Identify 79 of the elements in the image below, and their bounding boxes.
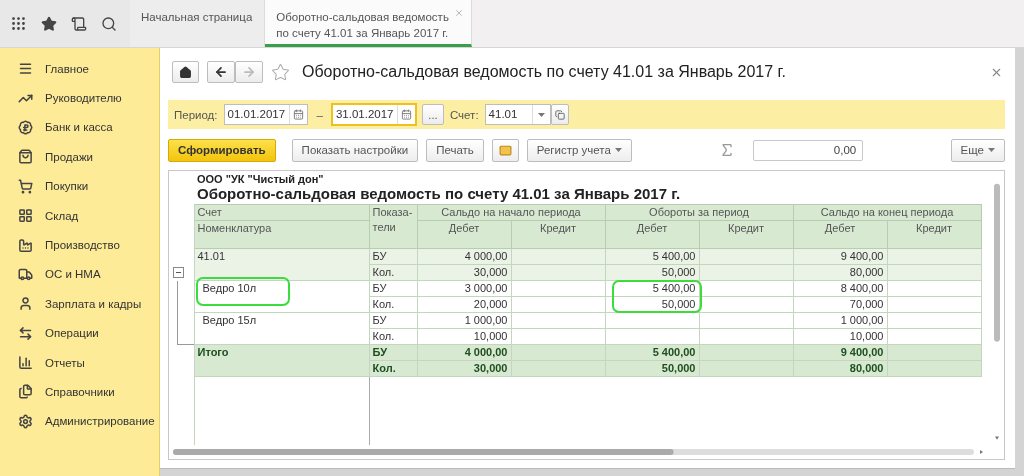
calendar-icon[interactable]	[400, 109, 412, 120]
account-name: Ведро 15л	[202, 314, 257, 326]
sidebar-item[interactable]: Покупки	[0, 171, 159, 201]
home-icon	[179, 65, 192, 79]
column-header: Кредит	[699, 220, 793, 249]
date-field[interactable]: 31.01.2017	[331, 104, 416, 125]
column-header: Счет	[194, 204, 369, 221]
ruble-icon	[18, 119, 33, 135]
search-icon[interactable]	[101, 15, 117, 32]
column-header: Сальдо на конец периода	[793, 204, 982, 221]
column-header: Кредит	[511, 220, 605, 249]
sidebar-item[interactable]: ОС и НМА	[0, 259, 159, 290]
date-field[interactable]: 01.01.2017	[223, 104, 308, 125]
sidebar-item[interactable]: Отчеты	[0, 347, 159, 378]
report-title: Оборотно-сальдовая ведомость по счету 41.01 за Январь 2017 г.	[197, 185, 681, 202]
scroll-icon[interactable]	[71, 15, 87, 32]
calendar-icon[interactable]	[292, 109, 304, 120]
sidebar-item[interactable]: Склад	[0, 200, 159, 231]
account-label: Счет:	[449, 108, 479, 121]
truck-icon	[18, 266, 33, 282]
tab[interactable]: Начальная страница	[130, 0, 266, 47]
mail-icon	[498, 143, 512, 157]
sidebar-item[interactable]: Зарплата и кадры	[0, 289, 159, 319]
bar-chart-icon	[18, 355, 33, 371]
period-label: Период:	[174, 108, 218, 121]
sidebar-item[interactable]: Администрирование	[0, 406, 159, 437]
apps-icon[interactable]	[10, 15, 27, 32]
column-header: Дебет	[605, 220, 699, 249]
account-name: Итого	[197, 346, 229, 358]
sidebar-item[interactable]: Банк и касса	[0, 112, 159, 143]
caret-icon	[988, 148, 995, 152]
column-header: Показа- тели	[369, 204, 417, 249]
sidebar-item[interactable]: Производство	[0, 230, 159, 260]
column-header: Обороты за период	[605, 204, 793, 221]
grid-icon	[18, 208, 33, 224]
column-header: Дебет	[793, 220, 887, 249]
dropdown-button[interactable]: Регистр учета	[526, 138, 632, 162]
sidebar-item[interactable]: Операции	[0, 318, 159, 348]
settings-icon	[18, 413, 33, 429]
arrows-icon	[18, 325, 33, 341]
sum-field: 0,00	[753, 139, 864, 161]
column-header: Номенклатура	[194, 220, 369, 249]
menu-icon	[18, 61, 33, 77]
caret-icon	[614, 148, 622, 152]
back-button[interactable]	[207, 61, 235, 83]
home-button[interactable]	[172, 61, 199, 83]
cart-icon	[18, 178, 33, 194]
account-name: 41.01	[197, 250, 226, 262]
bag-icon	[18, 149, 33, 165]
account-name: Ведро 10л	[202, 282, 257, 294]
form-title: Оборотно-сальдовая ведомость по счету 41.01 за Январь 2017 г.	[302, 63, 787, 81]
favorite-star-icon[interactable]	[271, 62, 290, 82]
account-field[interactable]: 41.01	[484, 104, 551, 125]
arrow-left-icon	[214, 65, 228, 79]
column-header: Сальдо на начало периода	[417, 204, 605, 221]
factory-icon	[18, 237, 33, 253]
caret-icon	[537, 112, 545, 117]
mail-button[interactable]	[491, 138, 519, 162]
person-icon	[18, 296, 33, 312]
files-icon	[18, 384, 33, 400]
more-button[interactable]: Еще	[950, 138, 1005, 162]
generate-button[interactable]: Сформировать	[168, 138, 276, 162]
period-button[interactable]: ...	[421, 104, 444, 125]
copy-icon	[554, 109, 565, 120]
column-header: Дебет	[417, 220, 511, 249]
range-separator: –	[316, 108, 323, 121]
close-icon[interactable]	[453, 8, 464, 18]
toolbar-button[interactable]: Печать	[426, 138, 484, 162]
star-icon[interactable]	[41, 15, 57, 32]
sidebar-item[interactable]: Руководителю	[0, 83, 159, 113]
column-header: Кредит	[887, 220, 982, 249]
tab[interactable]: Оборотно-сальдовая ведомость по счету 41.01 за Январь 2017 г.	[265, 0, 472, 47]
sidebar-item[interactable]: Справочники	[0, 377, 159, 407]
organization-name: ООО "УК "Чистый дон"	[197, 173, 324, 185]
sidebar-item[interactable]: Главное	[0, 54, 159, 84]
arrow-right-icon	[242, 65, 256, 79]
sidebar-item[interactable]: Продажи	[0, 142, 159, 172]
collapse-toggle[interactable]	[173, 266, 184, 278]
toolbar-button[interactable]: Показать настройки	[291, 138, 419, 162]
